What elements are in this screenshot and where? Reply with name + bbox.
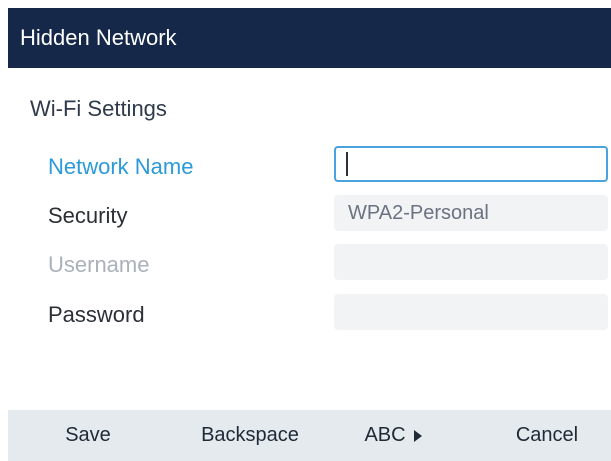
window-title: Hidden Network <box>20 25 177 50</box>
password-label: Password <box>48 302 145 327</box>
save-label: Save <box>65 424 111 446</box>
softkey-bar: Save Backspace ABC Cancel <box>8 410 611 461</box>
cancel-label: Cancel <box>515 424 579 446</box>
triangle-right-icon <box>413 429 422 442</box>
title-bar: Hidden Network <box>8 8 611 68</box>
text-caret <box>346 152 348 176</box>
section-title: Wi-Fi Settings <box>30 96 167 121</box>
backspace-label: Backspace <box>201 424 299 446</box>
username-label: Username <box>48 252 150 277</box>
security-row: Security WPA2-Personal <box>0 195 611 235</box>
network-name-label: Network Name <box>48 154 194 179</box>
backspace-button[interactable]: Backspace <box>180 410 320 461</box>
abc-input-mode-button[interactable]: ABC <box>348 410 438 461</box>
abc-label: ABC <box>364 424 406 446</box>
security-field[interactable]: WPA2-Personal <box>334 195 608 231</box>
security-value: WPA2-Personal <box>348 201 489 224</box>
password-row: Password <box>0 294 611 334</box>
cancel-button[interactable]: Cancel <box>502 410 592 461</box>
password-field[interactable] <box>334 294 608 330</box>
security-label: Security <box>48 203 128 228</box>
username-row: Username <box>0 244 611 284</box>
username-field <box>334 244 608 280</box>
network-name-field[interactable] <box>334 146 608 182</box>
hidden-network-screen: Hidden Network Wi-Fi Settings Network Na… <box>0 0 611 461</box>
save-button[interactable]: Save <box>48 410 128 461</box>
network-name-row: Network Name <box>0 146 611 186</box>
